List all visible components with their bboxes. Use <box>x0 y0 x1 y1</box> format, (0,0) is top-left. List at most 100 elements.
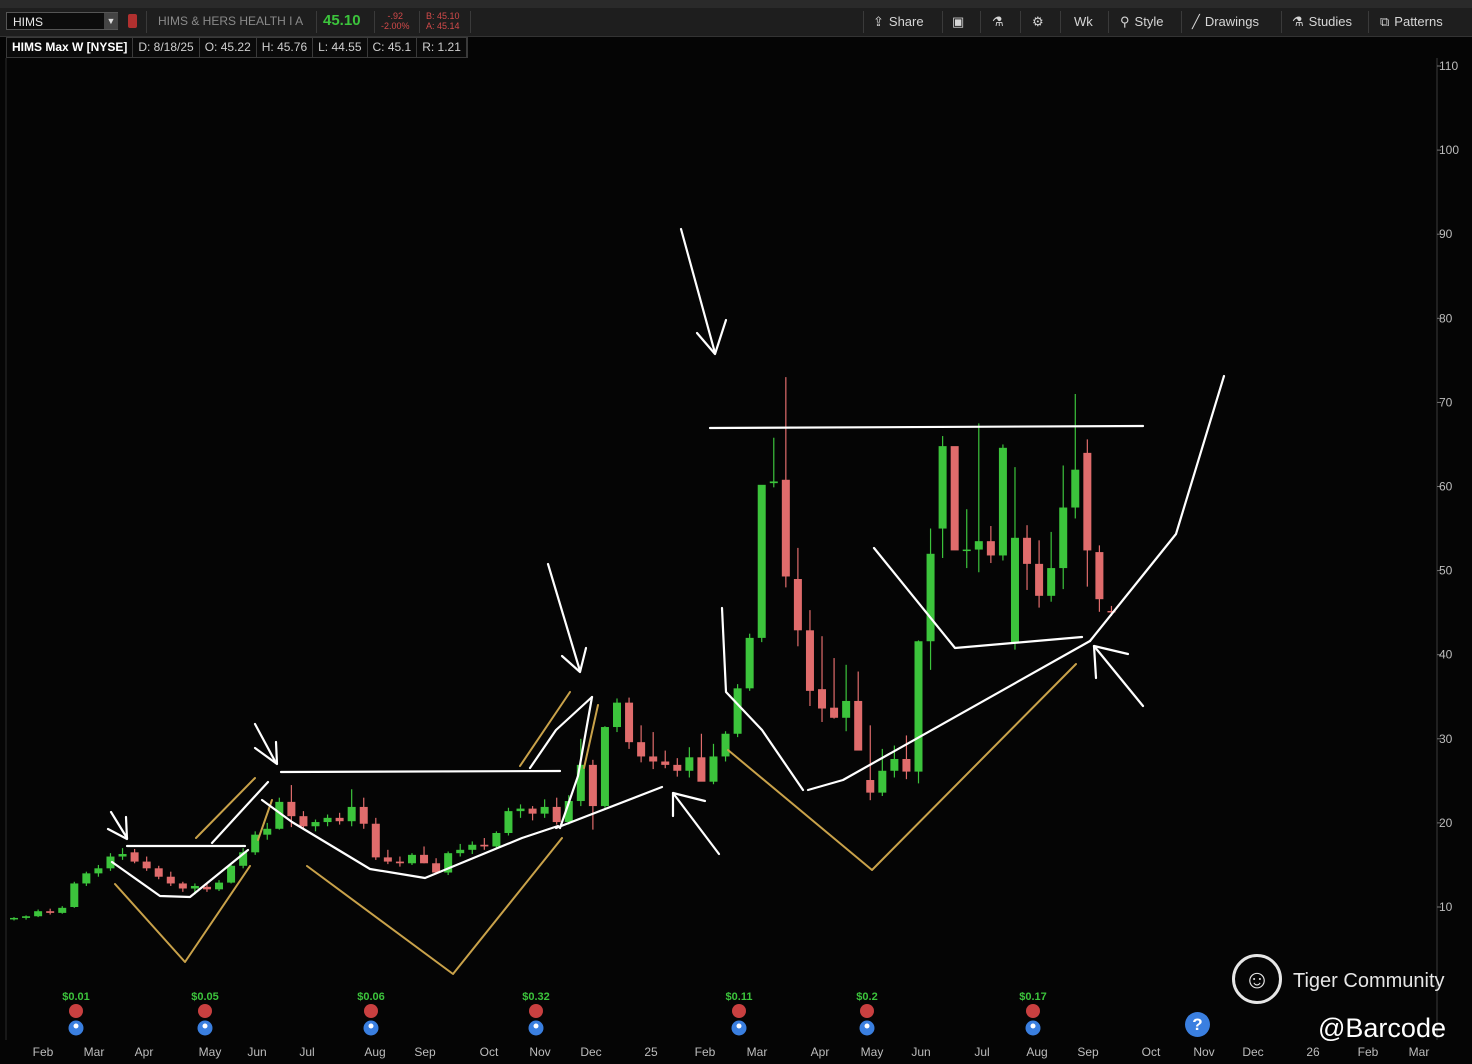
x-tick-label: Aug <box>364 1045 385 1059</box>
dividend-info-dot <box>736 1023 742 1029</box>
candle-down <box>588 764 597 807</box>
earnings-call-icon <box>529 1004 543 1018</box>
dividend-info-dot <box>533 1023 539 1029</box>
candle-up <box>914 641 923 772</box>
candle-down <box>805 630 814 691</box>
candle-up <box>34 911 43 917</box>
candle-up <box>407 854 416 864</box>
candle-down <box>1095 552 1104 600</box>
price-chart[interactable]: 10 20 30 40 50 60 70 80 90 100 110 Feb Mar Apr May Jun… <box>0 0 1472 1064</box>
author-handle: @Barcode <box>1318 1013 1446 1043</box>
x-tick-label: Nov <box>1193 1045 1214 1059</box>
arrow-line <box>1092 644 1145 708</box>
x-tick-label: Mar <box>1409 1045 1430 1059</box>
earnings-call-icon <box>860 1004 874 1018</box>
candle-down <box>649 756 658 762</box>
price-axis[interactable]: 10 20 30 40 50 60 70 80 90 100 110 <box>1437 59 1459 914</box>
candle-down <box>287 801 296 817</box>
y-tick-label: 20 <box>1439 816 1453 830</box>
x-tick-label: Dec <box>1242 1045 1263 1059</box>
time-axis[interactable]: Feb Mar Apr May Jun Jul Aug Sep Oct Nov Dec 25 Feb Ma… <box>33 1045 1430 1059</box>
earnings-label: $0.01 <box>62 991 90 1003</box>
x-tick-label: Jun <box>247 1045 266 1059</box>
candle-down <box>902 758 911 772</box>
earnings-call-icon <box>732 1004 746 1018</box>
x-tick-label: Feb <box>33 1045 54 1059</box>
arrow-head <box>106 815 129 841</box>
y-tick-label: 90 <box>1439 227 1453 241</box>
candle-down <box>420 854 429 864</box>
x-tick-label: Feb <box>695 1045 716 1059</box>
candle-up <box>58 907 67 913</box>
candle-up <box>1071 469 1080 508</box>
arrow-line <box>671 791 721 856</box>
earnings-label: $0.06 <box>357 991 385 1003</box>
earnings-label: $0.11 <box>726 991 753 1003</box>
candle-down <box>299 816 308 827</box>
candle-down <box>383 857 392 862</box>
earnings-call-icon <box>198 1004 212 1018</box>
y-tick-label: 60 <box>1439 480 1453 494</box>
candle-down <box>359 806 368 824</box>
candle-up <box>685 757 694 771</box>
y-tick-label: 40 <box>1439 648 1453 662</box>
candle-up <box>878 770 887 793</box>
candle-up <box>842 700 851 718</box>
candle-up <box>926 553 935 642</box>
dividend-info-dot <box>864 1023 870 1029</box>
y-tick-label: 10 <box>1439 900 1453 914</box>
candle-down <box>1035 563 1044 596</box>
candle-down <box>154 868 163 877</box>
candle-down <box>986 541 995 556</box>
candle-up <box>215 882 224 890</box>
candle-up <box>347 806 356 822</box>
candle-up <box>10 917 18 920</box>
earnings-call-icon <box>364 1004 378 1018</box>
resistance-line <box>279 769 562 774</box>
candle-down <box>1083 452 1092 551</box>
candle-up <box>1047 568 1056 596</box>
candle-up <box>890 758 899 771</box>
x-tick-label: Jul <box>299 1045 314 1059</box>
x-tick-label: Mar <box>747 1045 768 1059</box>
x-tick-label: Nov <box>529 1045 550 1059</box>
candle-down <box>202 886 211 890</box>
x-tick-label: Apr <box>811 1045 830 1059</box>
candle-up <box>516 808 525 812</box>
candle-down <box>335 817 344 822</box>
dividend-info-dot <box>368 1023 374 1029</box>
candle-up <box>757 484 766 638</box>
earnings-label: $0.05 <box>191 991 219 1003</box>
x-tick-label: 26 <box>1306 1045 1320 1059</box>
candle-up <box>22 916 31 918</box>
candle-down <box>142 861 151 869</box>
help-button[interactable]: ? <box>1185 1012 1210 1037</box>
x-tick-label: Oct <box>1142 1045 1161 1059</box>
candle-up <box>82 873 91 884</box>
dividend-info-dot <box>73 1023 79 1029</box>
candle-up <box>721 733 730 757</box>
candle-down <box>854 700 863 751</box>
arrow-line <box>253 722 278 765</box>
candle-up <box>709 756 718 782</box>
dividend-info-dot <box>1030 1023 1036 1029</box>
x-tick-label: Aug <box>1026 1045 1047 1059</box>
candle-down <box>130 852 139 862</box>
candle-up <box>190 885 199 889</box>
earnings-markers: $0.01 $0.05 $0.06 $0.32 $0.11 $0.2 $0.17 <box>62 991 1047 1036</box>
earnings-label: $0.17 <box>1019 991 1047 1003</box>
candle-up <box>504 811 513 833</box>
candle-up <box>600 727 609 807</box>
candle-up <box>70 883 79 907</box>
candle-up <box>1010 537 1019 643</box>
candle-up <box>769 481 778 484</box>
candle-up <box>938 446 947 529</box>
candle-down <box>866 780 875 793</box>
candle-up <box>118 854 127 857</box>
drawn-annotations <box>106 227 1226 975</box>
candle-up <box>998 447 1007 556</box>
candle-down <box>697 757 706 782</box>
y-tick-label: 110 <box>1439 59 1458 73</box>
candle-up <box>468 844 477 850</box>
earnings-label: $0.32 <box>522 991 550 1003</box>
